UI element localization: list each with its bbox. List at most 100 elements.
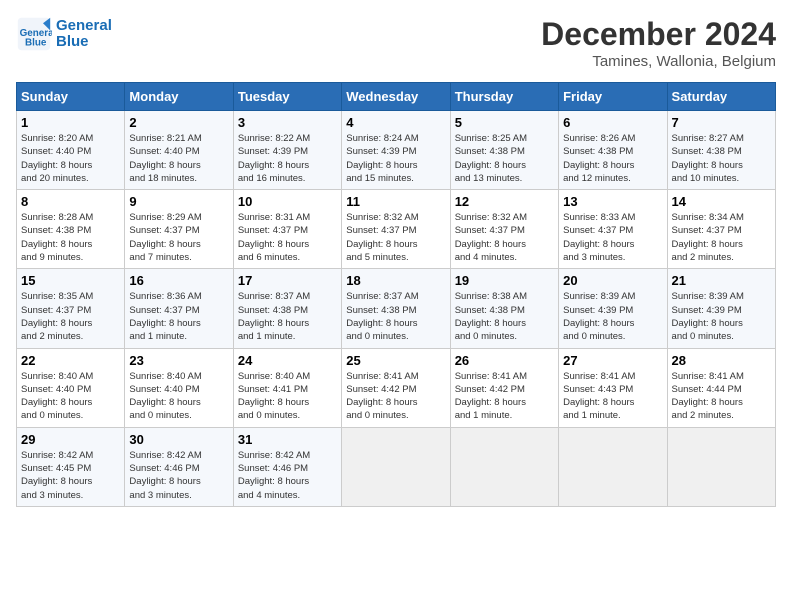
cell-details: Sunrise: 8:29 AMSunset: 4:37 PMDaylight:…: [129, 211, 228, 264]
day-number: 26: [455, 353, 554, 368]
day-number: 5: [455, 115, 554, 130]
title-area: December 2024 Tamines, Wallonia, Belgium: [541, 16, 776, 70]
calendar-cell: 4 Sunrise: 8:24 AMSunset: 4:39 PMDaylight…: [342, 111, 450, 190]
day-number: 28: [672, 353, 771, 368]
day-number: 20: [563, 273, 662, 288]
header: General Blue General Blue December 2024 …: [16, 16, 776, 70]
calendar-cell: 17 Sunrise: 8:37 AMSunset: 4:38 PMDayligh…: [233, 269, 341, 348]
calendar-cell: 18 Sunrise: 8:37 AMSunset: 4:38 PMDayligh…: [342, 269, 450, 348]
calendar-cell: 14Sunrise: 8:34 AMSunset: 4:37 PMDayligh…: [667, 190, 775, 269]
day-number: 7: [672, 115, 771, 130]
day-number: 11: [346, 194, 445, 209]
calendar-cell: 13Sunrise: 8:33 AMSunset: 4:37 PMDayligh…: [559, 190, 667, 269]
col-header-tuesday: Tuesday: [233, 83, 341, 111]
svg-text:Blue: Blue: [25, 38, 47, 49]
cell-details: Sunrise: 8:41 AMSunset: 4:43 PMDaylight:…: [563, 370, 662, 423]
calendar-cell: 11 Sunrise: 8:32 AMSunset: 4:37 PMDayligh…: [342, 190, 450, 269]
cell-details: Sunrise: 8:40 AMSunset: 4:41 PMDaylight:…: [238, 370, 337, 423]
day-number: 9: [129, 194, 228, 209]
day-number: 23: [129, 353, 228, 368]
cell-details: Sunrise: 8:37 AMSunset: 4:38 PMDaylight:…: [346, 290, 445, 343]
day-number: 14: [672, 194, 771, 209]
calendar-cell: 31 Sunrise: 8:42 AMSunset: 4:46 PMDayligh…: [233, 427, 341, 506]
calendar-cell: 10 Sunrise: 8:31 AMSunset: 4:37 PMDayligh…: [233, 190, 341, 269]
col-header-monday: Monday: [125, 83, 233, 111]
cell-details: Sunrise: 8:37 AMSunset: 4:38 PMDaylight:…: [238, 290, 337, 343]
day-number: 13: [563, 194, 662, 209]
week-row-1: 1 Sunrise: 8:20 AMSunset: 4:40 PMDaylight…: [17, 111, 776, 190]
cell-details: Sunrise: 8:39 AMSunset: 4:39 PMDaylight:…: [672, 290, 771, 343]
cell-details: Sunrise: 8:21 AMSunset: 4:40 PMDaylight:…: [129, 132, 228, 185]
day-number: 17: [238, 273, 337, 288]
week-row-4: 22 Sunrise: 8:40 AMSunset: 4:40 PMDayligh…: [17, 348, 776, 427]
calendar-cell: 7 Sunrise: 8:27 AMSunset: 4:38 PMDaylight…: [667, 111, 775, 190]
cell-details: Sunrise: 8:42 AMSunset: 4:46 PMDaylight:…: [129, 449, 228, 502]
col-header-friday: Friday: [559, 83, 667, 111]
week-row-5: 29 Sunrise: 8:42 AMSunset: 4:45 PMDayligh…: [17, 427, 776, 506]
col-header-wednesday: Wednesday: [342, 83, 450, 111]
calendar-cell: [667, 427, 775, 506]
day-number: 19: [455, 273, 554, 288]
day-number: 27: [563, 353, 662, 368]
cell-details: Sunrise: 8:39 AMSunset: 4:39 PMDaylight:…: [563, 290, 662, 343]
calendar-cell: 28 Sunrise: 8:41 AMSunset: 4:44 PMDayligh…: [667, 348, 775, 427]
col-header-thursday: Thursday: [450, 83, 558, 111]
page-title: December 2024: [541, 16, 776, 53]
calendar-cell: 19Sunrise: 8:38 AMSunset: 4:38 PMDayligh…: [450, 269, 558, 348]
cell-details: Sunrise: 8:40 AMSunset: 4:40 PMDaylight:…: [21, 370, 120, 423]
logo-text: General Blue: [56, 18, 112, 51]
cell-details: Sunrise: 8:32 AMSunset: 4:37 PMDaylight:…: [455, 211, 554, 264]
day-number: 18: [346, 273, 445, 288]
cell-details: Sunrise: 8:35 AMSunset: 4:37 PMDaylight:…: [21, 290, 120, 343]
cell-details: Sunrise: 8:28 AMSunset: 4:38 PMDaylight:…: [21, 211, 120, 264]
calendar-cell: 1 Sunrise: 8:20 AMSunset: 4:40 PMDaylight…: [17, 111, 125, 190]
cell-details: Sunrise: 8:32 AMSunset: 4:37 PMDaylight:…: [346, 211, 445, 264]
cell-details: Sunrise: 8:36 AMSunset: 4:37 PMDaylight:…: [129, 290, 228, 343]
day-number: 1: [21, 115, 120, 130]
cell-details: Sunrise: 8:27 AMSunset: 4:38 PMDaylight:…: [672, 132, 771, 185]
day-number: 8: [21, 194, 120, 209]
logo: General Blue General Blue: [16, 16, 112, 52]
cell-details: Sunrise: 8:42 AMSunset: 4:45 PMDaylight:…: [21, 449, 120, 502]
day-number: 15: [21, 273, 120, 288]
calendar-cell: 25Sunrise: 8:41 AMSunset: 4:42 PMDayligh…: [342, 348, 450, 427]
calendar-table: SundayMondayTuesdayWednesdayThursdayFrid…: [16, 82, 776, 507]
day-number: 29: [21, 432, 120, 447]
calendar-cell: 16Sunrise: 8:36 AMSunset: 4:37 PMDayligh…: [125, 269, 233, 348]
day-number: 22: [21, 353, 120, 368]
calendar-cell: 30 Sunrise: 8:42 AMSunset: 4:46 PMDayligh…: [125, 427, 233, 506]
day-number: 24: [238, 353, 337, 368]
col-header-saturday: Saturday: [667, 83, 775, 111]
calendar-cell: [450, 427, 558, 506]
day-number: 10: [238, 194, 337, 209]
week-row-2: 8 Sunrise: 8:28 AMSunset: 4:38 PMDaylight…: [17, 190, 776, 269]
cell-details: Sunrise: 8:25 AMSunset: 4:38 PMDaylight:…: [455, 132, 554, 185]
day-number: 21: [672, 273, 771, 288]
calendar-cell: 27 Sunrise: 8:41 AMSunset: 4:43 PMDayligh…: [559, 348, 667, 427]
calendar-cell: 29 Sunrise: 8:42 AMSunset: 4:45 PMDayligh…: [17, 427, 125, 506]
calendar-cell: 3Sunrise: 8:22 AMSunset: 4:39 PMDaylight…: [233, 111, 341, 190]
cell-details: Sunrise: 8:24 AMSunset: 4:39 PMDaylight:…: [346, 132, 445, 185]
day-number: 31: [238, 432, 337, 447]
cell-details: Sunrise: 8:26 AMSunset: 4:38 PMDaylight:…: [563, 132, 662, 185]
col-header-sunday: Sunday: [17, 83, 125, 111]
calendar-cell: 8 Sunrise: 8:28 AMSunset: 4:38 PMDaylight…: [17, 190, 125, 269]
day-number: 4: [346, 115, 445, 130]
cell-details: Sunrise: 8:20 AMSunset: 4:40 PMDaylight:…: [21, 132, 120, 185]
calendar-cell: 15 Sunrise: 8:35 AMSunset: 4:37 PMDayligh…: [17, 269, 125, 348]
calendar-header-row: SundayMondayTuesdayWednesdayThursdayFrid…: [17, 83, 776, 111]
calendar-cell: 24 Sunrise: 8:40 AMSunset: 4:41 PMDayligh…: [233, 348, 341, 427]
day-number: 12: [455, 194, 554, 209]
calendar-cell: 12 Sunrise: 8:32 AMSunset: 4:37 PMDayligh…: [450, 190, 558, 269]
calendar-cell: 26Sunrise: 8:41 AMSunset: 4:42 PMDayligh…: [450, 348, 558, 427]
cell-details: Sunrise: 8:42 AMSunset: 4:46 PMDaylight:…: [238, 449, 337, 502]
cell-details: Sunrise: 8:31 AMSunset: 4:37 PMDaylight:…: [238, 211, 337, 264]
cell-details: Sunrise: 8:22 AMSunset: 4:39 PMDaylight:…: [238, 132, 337, 185]
day-number: 6: [563, 115, 662, 130]
cell-details: Sunrise: 8:41 AMSunset: 4:44 PMDaylight:…: [672, 370, 771, 423]
calendar-cell: [342, 427, 450, 506]
day-number: 2: [129, 115, 228, 130]
calendar-body: 1 Sunrise: 8:20 AMSunset: 4:40 PMDaylight…: [17, 111, 776, 507]
calendar-cell: 6 Sunrise: 8:26 AMSunset: 4:38 PMDaylight…: [559, 111, 667, 190]
day-number: 30: [129, 432, 228, 447]
